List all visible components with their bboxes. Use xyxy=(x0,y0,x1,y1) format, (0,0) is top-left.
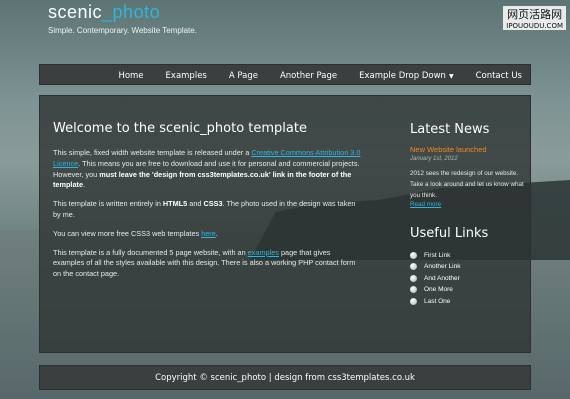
bullet-icon xyxy=(410,251,417,259)
logo-accent-text: _photo xyxy=(102,2,161,22)
paragraph-licence: This simple, fixed width website templat… xyxy=(53,148,363,191)
useful-link-and-another[interactable]: And Another xyxy=(424,275,460,282)
bullet-icon xyxy=(410,286,417,294)
list-item: One More xyxy=(410,284,525,296)
useful-links-list: First Link Another Link And Another One … xyxy=(410,249,525,307)
paragraph-documented: This template is a fully documented 5 pa… xyxy=(53,248,363,280)
text: This template is written entirely in xyxy=(53,199,163,209)
news-body: 2012 sees the redesign of our website. T… xyxy=(410,170,524,199)
menu-item-example-drop-down[interactable]: Example Drop Down ▼ xyxy=(359,71,453,81)
bullet-icon xyxy=(410,297,417,305)
main-menu: Home Examples A Page Another Page Exampl… xyxy=(96,65,522,86)
menu-item-a-page[interactable]: A Page xyxy=(229,71,258,81)
page-title: Welcome to the scenic_photo template xyxy=(53,121,307,136)
main-content: Welcome to the scenic_photo template Thi… xyxy=(53,121,363,288)
menu-item-another-page[interactable]: Another Page xyxy=(280,71,337,81)
bold-html5: HTML5 xyxy=(162,199,188,209)
list-item: Last One xyxy=(410,295,525,307)
menu-item-dropdown-label: Example Drop Down xyxy=(359,70,446,81)
logo-main-text: scenic xyxy=(48,2,103,22)
text: and xyxy=(187,199,204,209)
site-footer: Copyright © scenic_photo | design from c… xyxy=(39,365,531,390)
watermark-line-2: IPOUOUDU.COM xyxy=(503,22,566,30)
examples-link[interactable]: examples xyxy=(248,248,279,257)
useful-link-first[interactable]: First Link xyxy=(424,252,450,259)
text: . xyxy=(83,180,86,190)
bold-css3: CSS3 xyxy=(203,199,223,209)
bullet-icon xyxy=(410,274,417,282)
text: . xyxy=(215,228,218,238)
useful-link-last-one[interactable]: Last One xyxy=(424,298,450,305)
text: This template is a fully documented 5 pa… xyxy=(53,247,248,257)
sidebar: Latest News New Website launched January… xyxy=(410,122,525,307)
list-item: First Link xyxy=(410,249,525,261)
site-logo[interactable]: scenic_photo xyxy=(48,2,160,23)
watermark-line-1: 网页活路网 xyxy=(503,6,566,22)
site-slogan: Simple. Contemporary. Website Template. xyxy=(48,26,197,35)
text: You can view more free CSS3 web template… xyxy=(53,228,202,238)
latest-news-heading: Latest News xyxy=(410,122,490,137)
list-item: Another Link xyxy=(410,261,525,273)
useful-links-heading: Useful Links xyxy=(410,226,489,242)
useful-link-one-more[interactable]: One More xyxy=(424,286,453,293)
useful-link-another[interactable]: Another Link xyxy=(424,263,461,270)
paragraph-more-templates: You can view more free CSS3 web template… xyxy=(53,229,363,240)
news-date: January 1st, 2012 xyxy=(410,156,458,162)
bullet-icon xyxy=(410,263,417,271)
content-panel: Welcome to the scenic_photo template Thi… xyxy=(39,95,531,353)
read-more-link[interactable]: Read more xyxy=(410,201,525,208)
menu-item-home[interactable]: Home xyxy=(118,71,143,81)
paragraph-html5: This template is written entirely in HTM… xyxy=(53,199,363,221)
menu-item-examples[interactable]: Examples xyxy=(166,71,207,81)
menu-item-contact-us[interactable]: Contact Us xyxy=(476,71,522,81)
list-item: And Another xyxy=(410,272,525,284)
here-link[interactable]: here xyxy=(201,229,216,238)
watermark: 网页活路网 IPOUOUDU.COM xyxy=(503,6,566,30)
chevron-down-icon: ▼ xyxy=(448,72,454,80)
main-menu-bar: Home Examples A Page Another Page Exampl… xyxy=(39,64,531,85)
text: This simple, fixed width website templat… xyxy=(53,148,252,157)
news-title: New Website launched xyxy=(410,145,487,154)
